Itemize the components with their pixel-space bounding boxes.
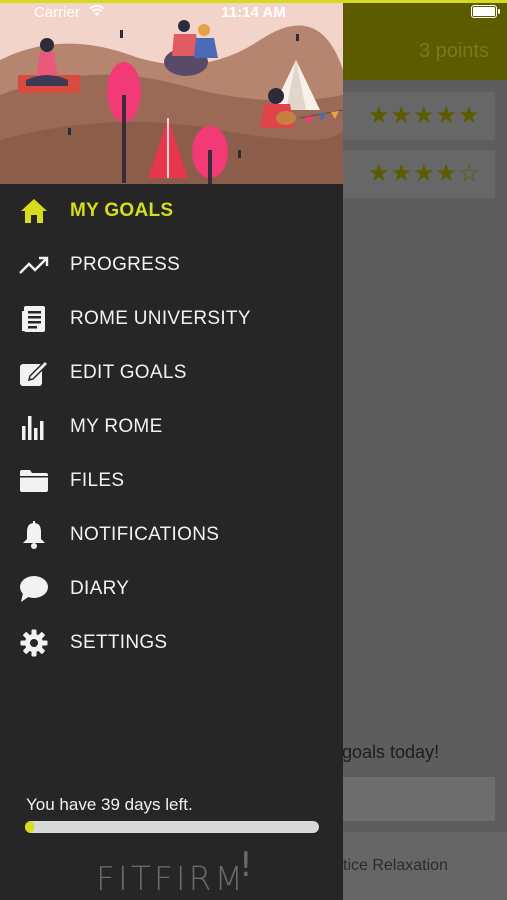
menu-item-progress[interactable]: PROGRESS: [0, 238, 343, 292]
menu-item-diary[interactable]: DIARY: [0, 562, 343, 616]
gear-icon: [18, 627, 50, 659]
chat-bubble-icon: [18, 573, 50, 605]
menu-item-notifications[interactable]: NOTIFICATIONS: [0, 508, 343, 562]
points-label: 3 points: [418, 40, 489, 62]
menu-item-rome-university[interactable]: ROME UNIVERSITY: [0, 292, 343, 346]
menu-item-label: FILES: [70, 470, 125, 491]
logo-mark: !: [239, 845, 253, 885]
bar-chart-icon: [18, 411, 50, 443]
trending-up-icon: [18, 249, 50, 281]
rating-stars: ★★★★★: [368, 101, 481, 129]
menu-item-label: SETTINGS: [70, 632, 168, 653]
logo-wordmark: FITFIRM: [96, 859, 246, 898]
menu-item-settings[interactable]: SETTINGS: [0, 616, 343, 670]
menu-item-label: MY ROME: [70, 416, 163, 437]
menu-item-label: NOTIFICATIONS: [70, 524, 220, 545]
menu-item-edit-goals[interactable]: EDIT GOALS: [0, 346, 343, 400]
navigation-drawer: MY GOALS PROGRESS ROME UNIVERSITY EDIT G…: [0, 0, 343, 900]
status-bar: Carrier 11:14 AM: [0, 0, 507, 24]
days-left-text: You have 39 days left.: [26, 795, 193, 814]
menu-item-label: PROGRESS: [70, 254, 181, 275]
background-input[interactable]: [343, 777, 495, 821]
menu-item-label: DIARY: [70, 578, 130, 599]
menu-item-label: MY GOALS: [70, 200, 174, 221]
goals-today-text: goals today!: [342, 742, 440, 762]
folder-icon: [18, 465, 50, 497]
edit-icon: [18, 357, 50, 389]
menu-item-files[interactable]: FILES: [0, 454, 343, 508]
background-list-text: tice Relaxation: [343, 857, 448, 874]
header-illustration: [0, 0, 343, 184]
article-icon: [18, 303, 50, 335]
days-progress-fill: [25, 821, 34, 833]
menu-item-label: EDIT GOALS: [70, 362, 187, 383]
top-accent-line: [0, 0, 507, 3]
menu-item-my-rome[interactable]: MY ROME: [0, 400, 343, 454]
menu-item-my-goals[interactable]: MY GOALS: [0, 184, 343, 238]
battery-icon: [471, 5, 500, 18]
home-icon: [18, 195, 50, 227]
rating-stars: ★★★★☆: [368, 159, 481, 187]
menu-item-label: ROME UNIVERSITY: [70, 308, 251, 329]
fitfirm-logo: FITFIRM !: [96, 845, 256, 898]
bell-icon: [18, 519, 50, 551]
days-progress-bar: [25, 821, 319, 833]
clock: 11:14 AM: [221, 4, 286, 21]
